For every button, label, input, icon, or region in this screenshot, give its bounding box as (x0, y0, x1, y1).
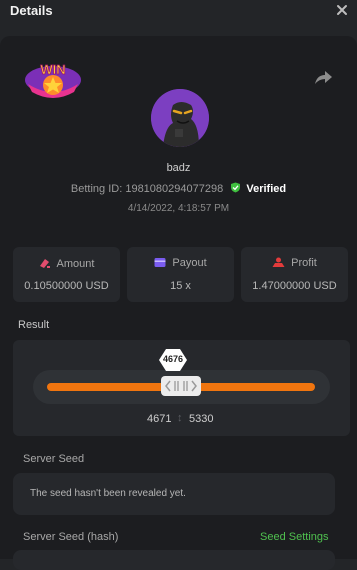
server-seed-hash-label: Server Seed (hash) (23, 531, 119, 543)
payout-value: 15 x (170, 280, 191, 292)
betting-id-line: Betting ID: 1981080294077298 Verified (0, 182, 357, 195)
amount-label: Amount (56, 258, 95, 270)
betting-id-value: 1981080294077298 (125, 183, 224, 195)
close-icon[interactable] (335, 3, 349, 17)
payout-card: Payout 15 x (127, 247, 234, 302)
range-low: 4671 (147, 413, 172, 425)
top-bar: Details (0, 0, 357, 34)
result-label: Result (18, 319, 50, 331)
slider-handle[interactable] (161, 376, 201, 396)
profit-icon (272, 257, 285, 267)
range-separator-icon: ↕ (177, 412, 183, 424)
win-badge: WIN (25, 62, 81, 98)
seed-settings-link[interactable]: Seed Settings (260, 531, 329, 543)
win-badge-text: WIN (40, 62, 65, 77)
verified-label: Verified (246, 183, 287, 195)
avatar (151, 89, 209, 147)
profit-label: Profit (291, 257, 317, 269)
server-seed-hash-box (13, 550, 335, 570)
amount-card: Amount 0.10500000 USD (13, 247, 120, 302)
slider-arrows-icon (165, 380, 197, 392)
bet-date: 4/14/2022, 4:18:57 PM (127, 203, 230, 214)
verified-shield-icon (231, 182, 241, 193)
payout-icon (154, 258, 166, 267)
share-icon[interactable] (313, 68, 333, 86)
server-seed-text: The seed hasn't been revealed yet. (30, 488, 186, 499)
profit-card: Profit 1.47000000 USD (241, 247, 348, 302)
page-title: Details (10, 3, 53, 18)
server-seed-label: Server Seed (23, 453, 85, 465)
payout-label: Payout (172, 257, 207, 269)
range-high: 5330 (189, 413, 214, 425)
amount-icon (39, 259, 50, 268)
result-value: 4676 (162, 354, 184, 364)
amount-value: 0.10500000 USD (24, 280, 109, 292)
profit-value: 1.47000000 USD (252, 280, 337, 292)
username: badz (166, 162, 191, 174)
server-seed-box: The seed hasn't been revealed yet. (13, 473, 335, 515)
result-box: 4676 4671 ↕ 5330 (13, 340, 350, 436)
betting-id-label: Betting ID: (70, 183, 123, 195)
